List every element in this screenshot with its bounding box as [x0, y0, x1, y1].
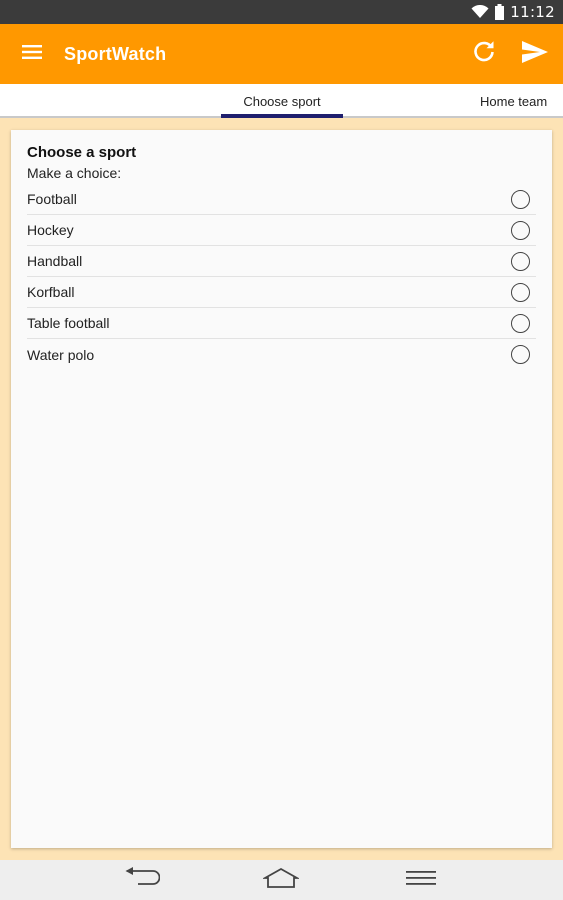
refresh-icon: [472, 40, 496, 68]
option-handball[interactable]: Handball: [27, 246, 536, 277]
system-nav-bar: [0, 860, 563, 900]
menu-button[interactable]: [0, 24, 64, 84]
tab-home-team[interactable]: Home team: [480, 84, 563, 118]
option-label: Hockey: [27, 222, 74, 238]
radio-button[interactable]: [511, 345, 530, 364]
app-actions: [461, 24, 563, 84]
wifi-icon: [471, 5, 489, 19]
option-football[interactable]: Football: [27, 184, 536, 215]
menu-icon: [22, 44, 42, 64]
option-water-polo[interactable]: Water polo: [27, 339, 536, 370]
app-bar: SportWatch: [0, 24, 563, 84]
radio-button[interactable]: [511, 220, 530, 240]
option-label: Korfball: [27, 284, 75, 300]
radio-button[interactable]: [511, 313, 530, 333]
tab-bar: Choose sport Home team: [0, 84, 563, 118]
back-button[interactable]: [112, 860, 172, 900]
card-subtitle: Make a choice:: [27, 165, 122, 181]
back-icon: [124, 867, 161, 893]
radio-button[interactable]: [511, 251, 530, 271]
option-label: Football: [27, 191, 77, 207]
send-button[interactable]: [507, 24, 563, 84]
tab-indicator: [221, 114, 343, 118]
send-icon: [521, 40, 549, 68]
app-title: SportWatch: [64, 43, 167, 64]
status-bar: 11:12: [0, 0, 563, 24]
option-korfball[interactable]: Korfball: [27, 277, 536, 308]
option-table-football[interactable]: Table football: [27, 308, 536, 339]
radio-button[interactable]: [511, 282, 530, 302]
battery-icon: [495, 4, 505, 20]
tab-choose-sport[interactable]: Choose sport: [221, 84, 343, 118]
home-button[interactable]: [251, 860, 311, 900]
menu-lines-icon: [406, 869, 436, 891]
recent-apps-button[interactable]: [391, 860, 451, 900]
sport-choice-card: Choose a sport Make a choice: Football H…: [11, 130, 552, 848]
status-time: 11:12: [510, 3, 555, 21]
option-label: Table football: [27, 315, 110, 331]
card-title: Choose a sport: [27, 144, 137, 161]
home-icon: [261, 867, 301, 893]
option-label: Handball: [27, 253, 83, 269]
refresh-button[interactable]: [461, 24, 507, 84]
radio-button[interactable]: [511, 189, 530, 209]
option-hockey[interactable]: Hockey: [27, 215, 536, 246]
sport-options-list: Football Hockey Handball Korfball Table …: [27, 184, 536, 370]
option-label: Water polo: [27, 346, 95, 363]
